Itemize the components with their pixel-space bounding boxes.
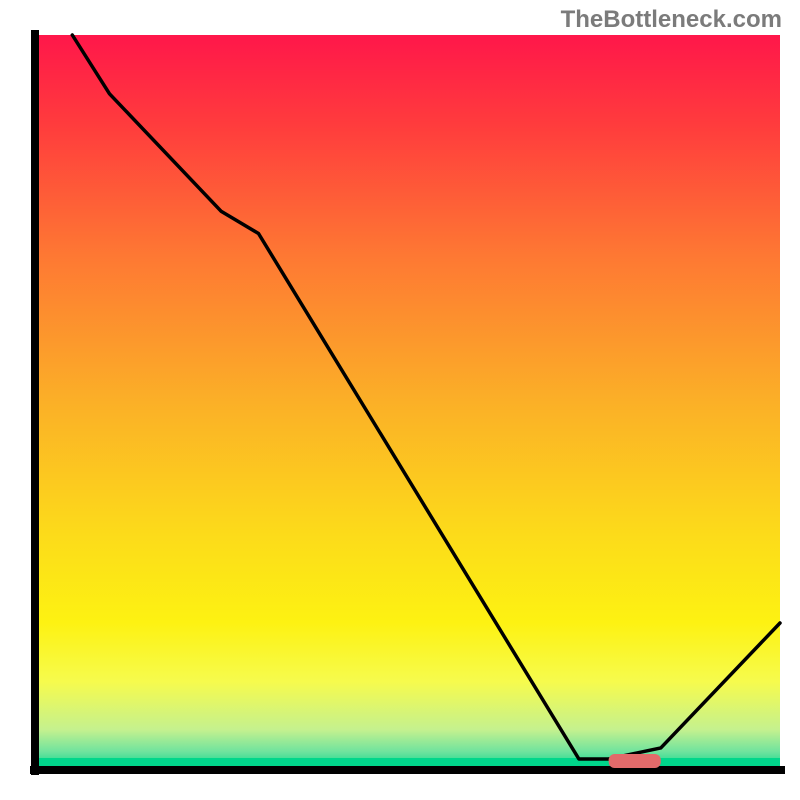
highlight-marker bbox=[609, 754, 661, 768]
chart-svg bbox=[0, 0, 800, 800]
watermark-text: TheBottleneck.com bbox=[561, 6, 782, 34]
plot-background bbox=[35, 35, 780, 770]
bottleneck-chart bbox=[0, 0, 800, 800]
